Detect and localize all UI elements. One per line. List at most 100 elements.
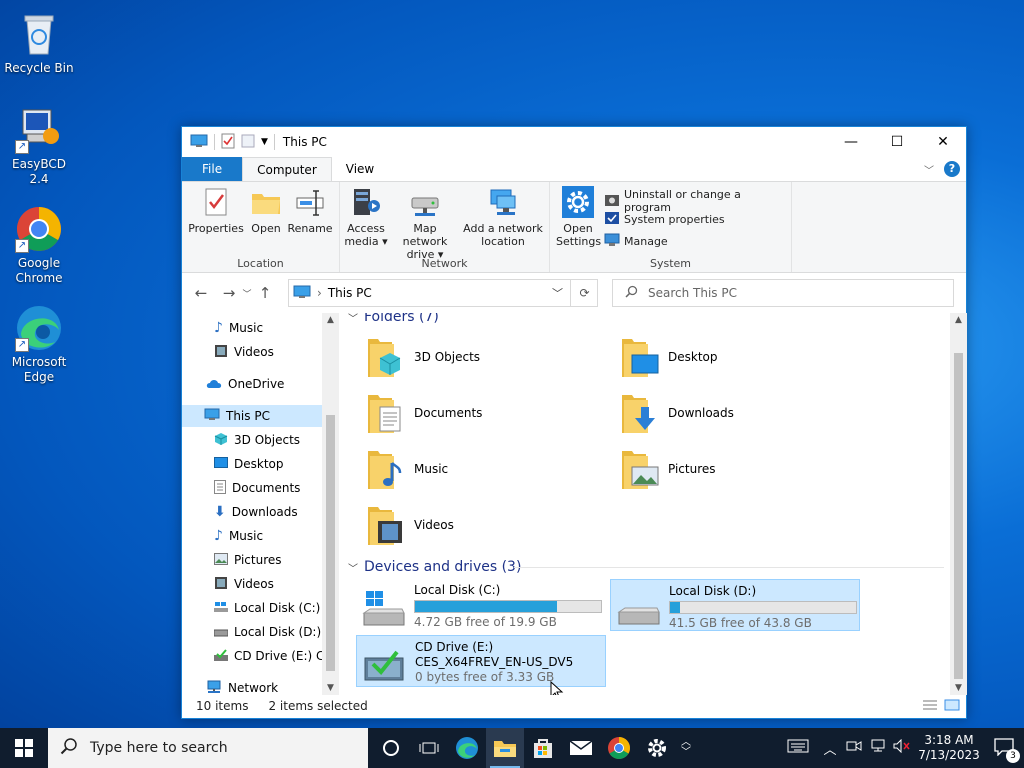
properties-qa-icon[interactable]: [221, 133, 235, 152]
nav-item-local-disk-c[interactable]: Local Disk (C:): [214, 597, 320, 619]
open-button[interactable]: Open: [248, 186, 284, 235]
windows-drive-icon: [362, 589, 406, 629]
taskbar-search-box[interactable]: Type here to search: [48, 728, 368, 768]
desktop-icon-easybcd[interactable]: ↗ EasyBCD 2.4: [1, 106, 77, 187]
system-properties-button[interactable]: System properties: [604, 210, 725, 229]
nav-item-pictures[interactable]: Pictures: [214, 549, 282, 571]
nav-scrollbar-thumb[interactable]: [326, 415, 335, 671]
scroll-down-arrow-icon[interactable]: ▼: [950, 683, 967, 693]
nav-item-network[interactable]: Network: [206, 677, 278, 695]
content-scrollbar-thumb[interactable]: [954, 353, 963, 679]
new-folder-qa-icon[interactable]: [241, 133, 255, 152]
tab-file[interactable]: File: [182, 157, 243, 181]
rename-button[interactable]: Rename: [286, 186, 334, 235]
add-network-location-button[interactable]: Add a network location: [462, 186, 544, 248]
downloads-folder-icon: [620, 391, 660, 435]
chevron-up-icon[interactable]: ︿: [818, 739, 842, 758]
nav-scrollbar[interactable]: ▲ ▼: [322, 313, 339, 695]
map-network-drive-button[interactable]: Map network drive ▾: [390, 192, 460, 261]
forward-button[interactable]: →: [218, 284, 240, 302]
breadcrumb[interactable]: This PC: [328, 286, 372, 300]
tab-view[interactable]: View: [332, 157, 388, 181]
onedrive-icon: [206, 377, 222, 392]
folder-desktop[interactable]: Desktop: [620, 335, 718, 379]
nav-item-3d-objects[interactable]: 3D Objects: [214, 429, 300, 451]
folder-videos[interactable]: Videos: [366, 503, 454, 547]
nav-item-documents[interactable]: Documents: [214, 477, 300, 499]
folder-documents[interactable]: Documents: [366, 391, 482, 435]
desktop-icon-recycle-bin[interactable]: Recycle Bin: [1, 10, 77, 76]
address-bar[interactable]: › This PC ﹀: [288, 279, 598, 307]
tab-computer[interactable]: Computer: [242, 157, 332, 181]
nav-item-this-pc[interactable]: This PC: [182, 405, 322, 427]
back-button[interactable]: ←: [190, 284, 212, 302]
maximize-button[interactable]: ☐: [874, 127, 920, 157]
drive-local-disk-d[interactable]: Local Disk (D:) 41.5 GB free of 43.8 GB: [610, 579, 860, 631]
task-view-button[interactable]: [410, 728, 448, 768]
clock[interactable]: 3:18 AM 7/13/2023: [914, 733, 984, 763]
help-icon[interactable]: ?: [944, 161, 960, 177]
ribbon-tabs: File Computer View ﹀ ?: [182, 157, 966, 181]
file-explorer-icon: [494, 741, 516, 757]
nav-item-videos[interactable]: Videos: [214, 341, 274, 363]
nav-item-music-2[interactable]: ♪ Music: [214, 525, 263, 547]
volume-muted-icon[interactable]: [890, 738, 914, 757]
folder-3d-objects[interactable]: 3D Objects: [366, 335, 480, 379]
taskbar-store[interactable]: [524, 728, 562, 768]
search-input[interactable]: Search This PC: [612, 279, 954, 307]
chevron-down-icon[interactable]: ▼: [261, 137, 268, 147]
properties-button[interactable]: Properties: [188, 186, 244, 235]
meet-now-icon[interactable]: [842, 739, 866, 757]
status-bar: 10 items 2 items selected: [182, 694, 966, 718]
recent-locations-button[interactable]: ﹀: [240, 287, 254, 300]
folders-group-header[interactable]: ﹀ Folders (7): [348, 313, 439, 325]
folder-pictures[interactable]: Pictures: [620, 447, 716, 491]
start-button[interactable]: [0, 728, 48, 768]
cortana-button[interactable]: [372, 728, 410, 768]
content-scrollbar[interactable]: ▲ ▼: [950, 313, 967, 695]
refresh-button[interactable]: ⟳: [570, 279, 598, 307]
open-settings-button[interactable]: Open Settings: [556, 186, 601, 248]
desktop-icon-edge[interactable]: ↗ Microsoft Edge: [1, 304, 77, 385]
network-status-icon[interactable]: [866, 739, 890, 757]
close-button[interactable]: ✕: [920, 127, 966, 157]
access-media-button[interactable]: Access media ▾: [344, 186, 388, 248]
drives-group-header[interactable]: ﹀ Devices and drives (3): [348, 559, 521, 575]
large-icons-view-icon[interactable]: [944, 699, 960, 714]
folder-downloads[interactable]: Downloads: [620, 391, 734, 435]
drive-local-disk-c[interactable]: Local Disk (C:) 4.72 GB free of 19.9 GB: [356, 579, 606, 631]
nav-item-local-disk-d[interactable]: Local Disk (D:): [213, 621, 321, 643]
up-button[interactable]: ↑: [254, 284, 276, 302]
breadcrumb-chevron-icon[interactable]: ›: [317, 286, 322, 300]
scroll-up-arrow-icon[interactable]: ▲: [322, 315, 339, 325]
drive-cd-drive-e[interactable]: CD Drive (E:) CES_X64FREV_EN-US_DV5 0 by…: [356, 635, 606, 687]
chevron-down-icon[interactable]: ﹀: [552, 285, 563, 301]
taskbar-edge[interactable]: [448, 728, 486, 768]
desktop-icon-chrome[interactable]: ↗ Google Chrome: [1, 205, 77, 286]
quick-access-toolbar: ▼: [182, 133, 275, 152]
nav-item-desktop[interactable]: Desktop: [214, 453, 284, 475]
scroll-up-arrow-icon[interactable]: ▲: [950, 315, 967, 325]
shortcut-arrow-icon: ↗: [15, 140, 29, 154]
taskbar-mail[interactable]: [562, 728, 600, 768]
taskbar-file-explorer[interactable]: [486, 728, 524, 768]
settings-gear-icon: [562, 186, 594, 218]
folder-music[interactable]: Music: [366, 447, 448, 491]
scroll-down-arrow-icon[interactable]: ▼: [322, 683, 339, 693]
taskbar-chrome[interactable]: [600, 728, 638, 768]
taskbar-overflow[interactable]: ︿ ﹀: [676, 728, 696, 768]
nav-item-music[interactable]: ♪ Music: [214, 317, 263, 339]
taskbar-settings[interactable]: [638, 728, 676, 768]
nav-item-downloads[interactable]: ⬇ Downloads: [214, 501, 298, 523]
nav-item-videos-2[interactable]: Videos: [214, 573, 274, 595]
nav-item-cd-drive-e[interactable]: CD Drive (E:) CES: [214, 645, 339, 667]
network-icon: [206, 680, 222, 696]
cd-drive-icon: [214, 648, 228, 665]
manage-button[interactable]: Manage: [604, 232, 668, 251]
action-center-button[interactable]: 3: [984, 737, 1024, 763]
chevron-down-icon[interactable]: ﹀: [924, 162, 934, 177]
minimize-button[interactable]: —: [828, 127, 874, 157]
keyboard-icon[interactable]: [778, 738, 818, 758]
nav-item-onedrive[interactable]: OneDrive: [206, 373, 284, 395]
details-view-icon[interactable]: [922, 699, 938, 714]
